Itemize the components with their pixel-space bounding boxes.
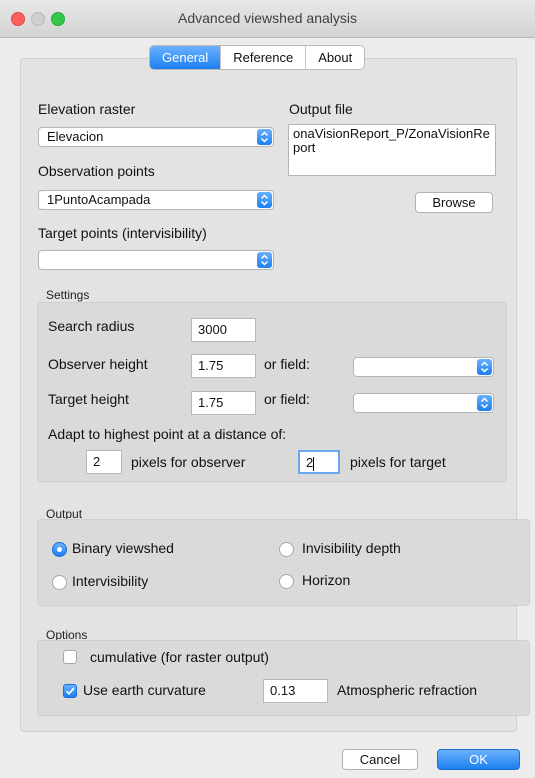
search-radius-input[interactable]: 3000 xyxy=(191,318,256,342)
cumulative-checkbox[interactable] xyxy=(63,650,77,664)
search-radius-label: Search radius xyxy=(48,318,135,334)
tab-bar: General Reference About xyxy=(149,45,366,70)
earth-curvature-checkbox[interactable] xyxy=(63,684,77,698)
target-height-input[interactable]: 1.75 xyxy=(191,391,256,415)
tab-reference[interactable]: Reference xyxy=(220,46,305,69)
ok-button[interactable]: OK xyxy=(437,749,520,770)
target-pixels-input[interactable]: 2 xyxy=(298,450,340,474)
select-arrow-icon xyxy=(257,129,272,145)
output-group xyxy=(37,519,530,606)
browse-button[interactable]: Browse xyxy=(415,192,493,213)
select-arrow-icon xyxy=(257,252,272,268)
target-points-select[interactable] xyxy=(38,250,274,270)
atmospheric-refraction-label: Atmospheric refraction xyxy=(337,682,478,698)
earth-curvature-label: Use earth curvature xyxy=(83,682,206,698)
elevation-raster-select[interactable]: Elevacion xyxy=(38,127,274,147)
tab-about[interactable]: About xyxy=(305,46,364,69)
observer-pixels-input[interactable]: 2 xyxy=(86,450,122,474)
observation-points-label: Observation points xyxy=(38,163,155,179)
target-height-field-select[interactable] xyxy=(353,393,494,413)
cumulative-label: cumulative (for raster output) xyxy=(90,649,269,665)
text-cursor xyxy=(313,456,315,471)
intervisibility-label: Intervisibility xyxy=(72,573,149,589)
binary-viewshed-label: Binary viewshed xyxy=(72,540,174,556)
target-pixels-value: 2 xyxy=(306,455,314,470)
horizon-label: Horizon xyxy=(302,572,351,588)
horizon-radio[interactable] xyxy=(279,574,294,589)
adapt-highest-point-label: Adapt to highest point at a distance of: xyxy=(48,426,287,442)
observation-points-value: 1PuntoAcampada xyxy=(47,192,151,207)
observer-height-input[interactable]: 1.75 xyxy=(191,354,256,378)
tab-general[interactable]: General xyxy=(150,46,221,69)
settings-group-title: Settings xyxy=(46,288,90,302)
binary-viewshed-radio[interactable] xyxy=(52,542,67,557)
intervisibility-radio[interactable] xyxy=(52,575,67,590)
elevation-raster-label: Elevation raster xyxy=(38,101,136,117)
target-pixels-label: pixels for target xyxy=(350,454,446,470)
observer-height-label: Observer height xyxy=(48,356,148,372)
invisibility-depth-radio[interactable] xyxy=(279,542,294,557)
target-or-field-label: or field: xyxy=(264,391,310,407)
target-points-label: Target points (intervisibility) xyxy=(38,225,207,241)
observer-pixels-label: pixels for observer xyxy=(131,454,246,470)
atmospheric-refraction-input[interactable]: 0.13 xyxy=(263,679,328,703)
select-arrow-icon xyxy=(257,192,272,208)
target-height-label: Target height xyxy=(48,391,129,407)
elevation-raster-value: Elevacion xyxy=(47,129,104,144)
select-arrow-icon xyxy=(477,359,492,375)
output-file-field[interactable]: onaVisionReport_P/ZonaVisionReport xyxy=(288,124,496,176)
invisibility-depth-label: Invisibility depth xyxy=(302,540,401,556)
select-arrow-icon xyxy=(477,395,492,411)
checkmark-icon xyxy=(65,687,75,696)
window-title: Advanced viewshed analysis xyxy=(178,10,357,26)
observer-height-field-select[interactable] xyxy=(353,357,494,377)
cancel-button[interactable]: Cancel xyxy=(342,749,418,770)
observer-or-field-label: or field: xyxy=(264,356,310,372)
observation-points-select[interactable]: 1PuntoAcampada xyxy=(38,190,274,210)
output-file-label: Output file xyxy=(289,101,353,117)
